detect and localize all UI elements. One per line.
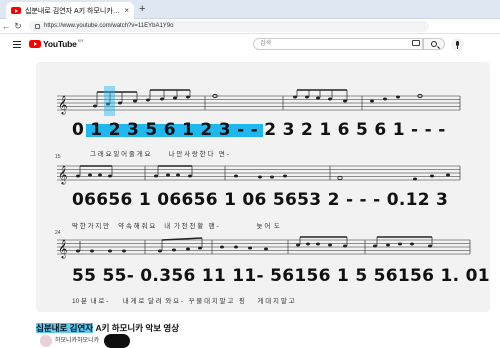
svg-text:𝄞: 𝄞 — [58, 95, 67, 115]
measure-number-15: 15 — [55, 154, 61, 160]
number-notation-line-2: 06656 1 06656 1 06 5653 2 - - - 0.12 3 — [72, 190, 449, 210]
number-notation-line-1: 0 1 2 3 5 6 1 2 3 - - 2 3 2 1 6 5 6 1 - … — [72, 120, 446, 140]
channel-name[interactable]: 하모니카하모니카 — [55, 335, 99, 344]
lyrics-line-2: 딱 한 가 지 만 약 속 해 줘 요 내 가 천 천 황 팬 - 늦 어 도 — [72, 223, 280, 230]
measure-number-24: 24 — [55, 230, 61, 236]
lyrics-line-3: 10 분 내 로 - 내 게 로 달 려 와 요 - 꾸 물 대 지 말 고 핑… — [72, 298, 295, 305]
svg-text:𝄞: 𝄞 — [58, 165, 67, 185]
video-title-highlight: 십분내로 김연자 — [36, 323, 94, 333]
playhead-cursor — [104, 86, 115, 116]
staff-line-3 — [57, 239, 471, 255]
video-title-rest: A키 하모니카 악보 영상 — [93, 323, 180, 333]
subscribe-button[interactable] — [104, 334, 130, 348]
beams — [80, 89, 432, 241]
video-title[interactable]: 십분내로 김연자 A키 하모니카 악보 영상 — [36, 322, 179, 334]
staff-line-1 — [57, 95, 461, 111]
number-notation-line-3: 55 55- 0.356 11 11- 56156 1 5 56156 1. 0… — [72, 266, 490, 286]
svg-text:𝄞: 𝄞 — [58, 239, 67, 259]
lyrics-line-1: 그 래 요 밑 어 줄 게 요 나 만 사 랑 한 다 면 - — [90, 151, 229, 158]
channel-avatar[interactable] — [40, 335, 52, 347]
